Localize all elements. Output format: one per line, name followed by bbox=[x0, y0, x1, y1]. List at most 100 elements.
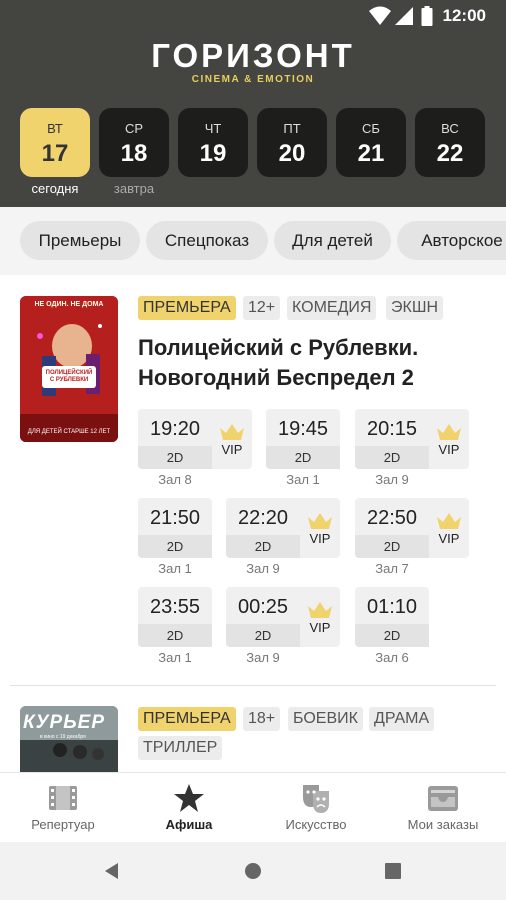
bottom-navigation: Репертуар Афиша Искусство Мои заказы bbox=[0, 772, 506, 842]
movie-poster[interactable]: КУРЬЕР в кино с 19 декабря bbox=[20, 706, 118, 772]
home-icon[interactable] bbox=[244, 862, 262, 880]
crown-icon bbox=[308, 513, 332, 529]
day-tab-21[interactable]: СБ 21 bbox=[336, 108, 406, 177]
recents-icon[interactable] bbox=[385, 863, 401, 879]
session-hall: Зал 6 bbox=[375, 650, 409, 665]
nav-repertoire[interactable]: Репертуар bbox=[0, 773, 126, 843]
nav-label: Искусство bbox=[285, 817, 347, 832]
filter-chip-premieres[interactable]: Премьеры bbox=[20, 221, 140, 260]
crown-icon bbox=[308, 602, 332, 618]
day-tab-22[interactable]: ВС 22 bbox=[415, 108, 485, 177]
crown-icon bbox=[220, 424, 244, 440]
day-caption-tomorrow: завтра bbox=[113, 181, 155, 196]
session-card[interactable]: 00:25 2D VIP bbox=[226, 587, 340, 647]
day-number: 17 bbox=[41, 140, 69, 167]
battery-icon bbox=[421, 6, 433, 26]
nav-art[interactable]: Искусство bbox=[253, 773, 379, 843]
session-time: 00:25 bbox=[237, 596, 289, 618]
session-format: 2D bbox=[355, 624, 429, 647]
badge-genre: ТРИЛЛЕР bbox=[138, 736, 223, 760]
day-number: 20 bbox=[278, 140, 306, 167]
poster-bottom-text: ДЛЯ ДЕТЕЙ СТАРШЕ 12 ЛЕТ bbox=[27, 429, 111, 435]
session-card[interactable]: 21:50 2D bbox=[138, 498, 212, 558]
session-card[interactable]: 19:20 2D VIP bbox=[138, 409, 252, 469]
vip-label: VIP bbox=[309, 531, 331, 546]
session-card[interactable]: 22:20 2D VIP bbox=[226, 498, 340, 558]
poster-sub-text: в кино с 19 декабря bbox=[40, 734, 86, 740]
session-card[interactable]: 01:10 2D bbox=[355, 587, 429, 647]
session-time: 19:45 bbox=[277, 418, 329, 440]
session-time: 22:20 bbox=[237, 507, 289, 529]
day-caption-today: сегодня bbox=[31, 181, 79, 196]
day-weekday: ПТ bbox=[283, 121, 301, 136]
filter-chip-special[interactable]: Спецпоказ bbox=[146, 221, 268, 260]
movie-title-line: Полицейский с Рублевки. bbox=[138, 335, 419, 360]
badge-genre: БОЕВИК bbox=[288, 707, 363, 731]
badge-age-rating: 12+ bbox=[243, 296, 281, 320]
nav-my-orders[interactable]: Мои заказы bbox=[380, 773, 506, 843]
app-header: 12:00 ГОРИЗОНТ CINEMA & EMOTION ВТ 17 се… bbox=[0, 0, 506, 207]
session-time: 22:50 bbox=[366, 507, 418, 529]
orders-tray-icon bbox=[428, 786, 458, 811]
vip-marker: VIP bbox=[429, 498, 469, 558]
badge-premiere: ПРЕМЬЕРА bbox=[138, 296, 236, 320]
day-number: 19 bbox=[199, 140, 227, 167]
vip-marker: VIP bbox=[212, 409, 252, 469]
session-hall: Зал 8 bbox=[158, 472, 192, 487]
session-format: 2D bbox=[355, 446, 429, 469]
session-hall: Зал 1 bbox=[286, 472, 320, 487]
session-format: 2D bbox=[226, 624, 300, 647]
session-format: 2D bbox=[138, 446, 212, 469]
poster-title-text: ПОЛИЦЕЙСКИЙ С РУБЛЕВКИ bbox=[45, 370, 93, 383]
session-card[interactable]: 22:50 2D VIP bbox=[355, 498, 469, 558]
session-format: 2D bbox=[355, 535, 429, 558]
back-icon[interactable] bbox=[104, 862, 120, 880]
filter-chips-bar: Премьеры Спецпоказ Для детей Авторское bbox=[0, 207, 506, 275]
movie-title[interactable]: Полицейский с Рублевки. Новогодний Беспр… bbox=[138, 333, 418, 393]
movie-poster[interactable]: НЕ ОДИН. НЕ ДОМА ПОЛИЦЕЙСКИЙ С РУБЛЕВКИ … bbox=[20, 296, 118, 442]
day-weekday: ЧТ bbox=[204, 121, 222, 136]
session-card[interactable]: 23:55 2D bbox=[138, 587, 212, 647]
badge-premiere: ПРЕМЬЕРА bbox=[138, 707, 236, 731]
badge-genre: ЭКШН bbox=[386, 296, 444, 320]
vip-label: VIP bbox=[309, 620, 331, 635]
vip-label: VIP bbox=[221, 442, 243, 457]
session-hall: Зал 7 bbox=[375, 561, 409, 576]
film-icon bbox=[49, 786, 77, 810]
crown-icon bbox=[437, 513, 461, 529]
status-time: 12:00 bbox=[442, 6, 486, 25]
nav-afisha[interactable]: Афиша bbox=[126, 773, 252, 843]
day-number: 21 bbox=[357, 140, 385, 167]
session-format: 2D bbox=[266, 446, 340, 469]
filter-chip-arthouse[interactable]: Авторское bbox=[397, 221, 506, 260]
day-weekday: ВС bbox=[441, 121, 459, 136]
session-format: 2D bbox=[138, 535, 212, 558]
day-number: 18 bbox=[120, 140, 148, 167]
status-bar: 12:00 bbox=[0, 0, 506, 32]
vip-marker: VIP bbox=[429, 409, 469, 469]
session-card[interactable]: 19:45 2D bbox=[266, 409, 340, 469]
day-tab-20[interactable]: ПТ 20 bbox=[257, 108, 327, 177]
day-tab-19[interactable]: ЧТ 19 bbox=[178, 108, 248, 177]
session-format: 2D bbox=[226, 535, 300, 558]
crown-icon bbox=[437, 424, 461, 440]
day-tab-18[interactable]: СР 18 bbox=[99, 108, 169, 177]
brand-logo: ГОРИЗОНТ CINEMA & EMOTION bbox=[0, 38, 506, 86]
session-card[interactable]: 20:15 2D VIP bbox=[355, 409, 469, 469]
vip-label: VIP bbox=[438, 531, 460, 546]
day-tab-17[interactable]: ВТ 17 bbox=[20, 108, 90, 177]
star-icon bbox=[174, 784, 204, 812]
day-weekday: СР bbox=[124, 121, 144, 136]
day-weekday: ВТ bbox=[47, 121, 63, 136]
session-hall: Зал 1 bbox=[158, 561, 192, 576]
session-hall: Зал 1 bbox=[158, 650, 192, 665]
badge-age-rating: 18+ bbox=[243, 707, 281, 731]
filter-chip-kids[interactable]: Для детей bbox=[274, 221, 391, 260]
system-navigation-bar bbox=[0, 842, 506, 900]
theater-masks-icon bbox=[303, 785, 329, 813]
session-hall: Зал 9 bbox=[246, 561, 280, 576]
movie-divider bbox=[10, 685, 496, 686]
session-time: 01:10 bbox=[366, 596, 418, 618]
poster-title-text: КУРЬЕР bbox=[23, 712, 106, 733]
brand-tagline: CINEMA & EMOTION bbox=[191, 74, 315, 85]
